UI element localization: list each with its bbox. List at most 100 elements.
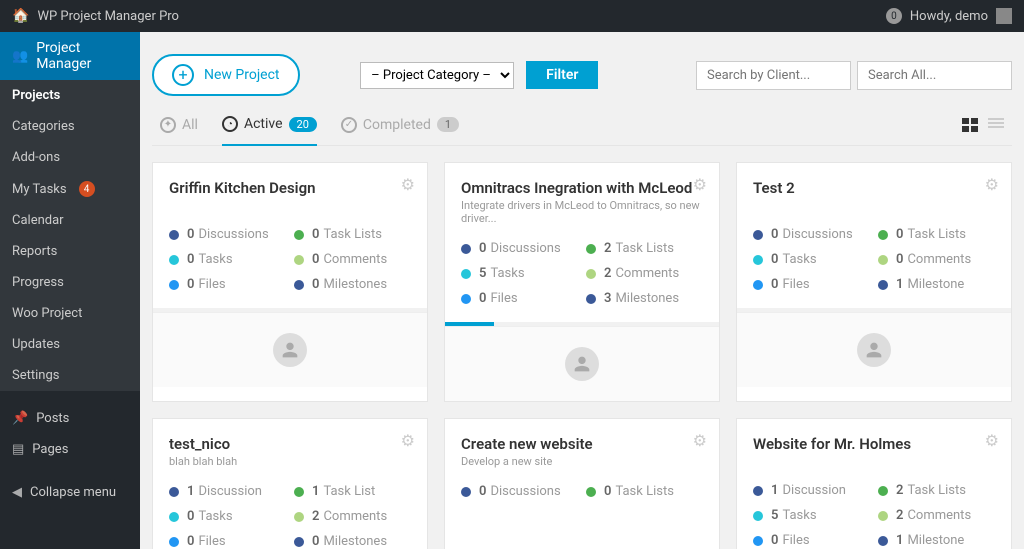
toolbar: + New Project – Project Category – Filte… (152, 44, 1012, 100)
avatar-icon[interactable] (996, 8, 1012, 24)
notif-badge[interactable]: 0 (886, 8, 902, 24)
project-stat: 1Discussion (169, 484, 286, 499)
dot-icon (169, 230, 179, 240)
project-stat: 1Milestone (878, 277, 995, 292)
sidebar-collapse[interactable]: ◀ Collapse menu (0, 477, 140, 508)
new-project-button[interactable]: + New Project (152, 54, 300, 96)
dot-icon (753, 230, 763, 240)
dot-icon (878, 255, 888, 265)
admin-sidebar: 👥 Project Manager Projects Categories Ad… (0, 32, 140, 549)
sidebar-pages[interactable]: ▤ Pages (0, 434, 140, 465)
sidebar-sub-reports[interactable]: Reports (0, 236, 140, 267)
tab-completed[interactable]: ✓ Completed 1 (341, 117, 459, 145)
project-stat: 0Files (169, 534, 286, 549)
project-stat: 0Task Lists (586, 484, 703, 499)
project-stat: 0Discussions (461, 484, 578, 499)
dot-icon (461, 269, 471, 279)
gear-icon[interactable]: ⚙ (985, 175, 999, 194)
project-card[interactable]: ⚙ Griffin Kitchen Design 0Discussions 0T… (152, 162, 428, 402)
dot-icon (878, 511, 888, 521)
project-title: Griffin Kitchen Design (169, 179, 411, 197)
project-subtitle: blah blah blah (169, 455, 411, 468)
dot-icon (753, 511, 763, 521)
tab-all[interactable]: ✦ All (160, 117, 198, 145)
project-stat: 0Discussions (753, 227, 870, 242)
dot-icon (294, 255, 304, 265)
project-card[interactable]: ⚙ Create new website Develop a new site … (444, 418, 720, 549)
mytasks-label: My Tasks (12, 182, 67, 197)
dot-icon (294, 487, 304, 497)
dot-icon (753, 486, 763, 496)
project-stat: 1Task List (294, 484, 411, 499)
sidebar-sub-woo[interactable]: Woo Project (0, 298, 140, 329)
project-stat: 2Task Lists (878, 483, 995, 498)
project-stat: 0Comments (878, 252, 995, 267)
dot-icon (586, 269, 596, 279)
page-icon: ▤ (12, 442, 24, 457)
avatar-icon[interactable] (273, 333, 307, 367)
dot-icon (586, 487, 596, 497)
sidebar-sub-addons[interactable]: Add-ons (0, 142, 140, 173)
project-stat: 0Files (753, 277, 870, 292)
greeting-text[interactable]: Howdy, demo (910, 9, 988, 24)
project-subtitle: Integrate drivers in McLeod to Omnitracs… (461, 199, 703, 225)
grid-view-icon[interactable] (962, 118, 978, 132)
search-client-input[interactable] (696, 61, 851, 90)
avatar-icon[interactable] (857, 333, 891, 367)
sidebar-posts[interactable]: 📌 Posts (0, 403, 140, 434)
check-icon: ✓ (341, 117, 357, 133)
dot-icon (294, 512, 304, 522)
home-icon[interactable]: 🏠 (12, 8, 29, 24)
sidebar-sub-settings[interactable]: Settings (0, 360, 140, 391)
posts-label: Posts (36, 411, 69, 426)
project-card[interactable]: ⚙ Website for Mr. Holmes 1Discussion 2Ta… (736, 418, 1012, 549)
project-card[interactable]: ⚙ test_nico blah blah blah 1Discussion 1… (152, 418, 428, 549)
project-stat: 1Milestone (878, 533, 995, 548)
dot-icon (294, 537, 304, 547)
sidebar-sub-progress[interactable]: Progress (0, 267, 140, 298)
dot-icon (878, 536, 888, 546)
project-stat: 0Milestones (294, 534, 411, 549)
project-subtitle: Develop a new site (461, 455, 703, 468)
sidebar-sub-projects[interactable]: Projects (0, 80, 140, 111)
dot-icon (878, 280, 888, 290)
dot-icon (461, 244, 471, 254)
project-stat: 3Milestones (586, 291, 703, 306)
project-footer (153, 312, 427, 387)
list-view-icon[interactable] (988, 118, 1004, 132)
category-select[interactable]: – Project Category – (360, 62, 514, 89)
gear-icon[interactable]: ⚙ (693, 175, 707, 194)
avatar-icon[interactable] (565, 347, 599, 381)
sidebar-project-manager[interactable]: 👥 Project Manager (0, 32, 140, 80)
dot-icon (878, 230, 888, 240)
dot-icon (753, 536, 763, 546)
gear-icon[interactable]: ⚙ (401, 431, 415, 450)
filter-button[interactable]: Filter (526, 61, 598, 89)
project-card[interactable]: ⚙ Test 2 0Discussions 0Task Lists 0Tasks… (736, 162, 1012, 402)
dot-icon (753, 280, 763, 290)
search-all-input[interactable] (857, 61, 1012, 90)
tab-all-label: All (182, 117, 198, 133)
gear-icon[interactable]: ⚙ (985, 431, 999, 450)
project-card[interactable]: ⚙ Omnitracs Inegration with McLeod Integ… (444, 162, 720, 402)
new-project-label: New Project (204, 67, 280, 83)
main-content: + New Project – Project Category – Filte… (140, 32, 1024, 549)
project-stat: 2Comments (878, 508, 995, 523)
tab-active[interactable]: ◔ Active 20 (222, 116, 317, 146)
sidebar-sub-updates[interactable]: Updates (0, 329, 140, 360)
site-title[interactable]: WP Project Manager Pro (37, 9, 179, 24)
dot-icon (586, 244, 596, 254)
dot-icon (753, 255, 763, 265)
all-icon: ✦ (160, 117, 176, 133)
sidebar-sub-mytasks[interactable]: My Tasks 4 (0, 173, 140, 205)
project-stat: 0Task Lists (878, 227, 995, 242)
gear-icon[interactable]: ⚙ (693, 431, 707, 450)
gear-icon[interactable]: ⚙ (401, 175, 415, 194)
project-stat: 0Comments (294, 252, 411, 267)
plus-icon: + (172, 64, 194, 86)
people-icon: 👥 (12, 49, 28, 64)
collapse-icon: ◀ (12, 485, 22, 500)
sidebar-sub-categories[interactable]: Categories (0, 111, 140, 142)
sidebar-sub-calendar[interactable]: Calendar (0, 205, 140, 236)
tab-completed-count: 1 (437, 117, 459, 132)
